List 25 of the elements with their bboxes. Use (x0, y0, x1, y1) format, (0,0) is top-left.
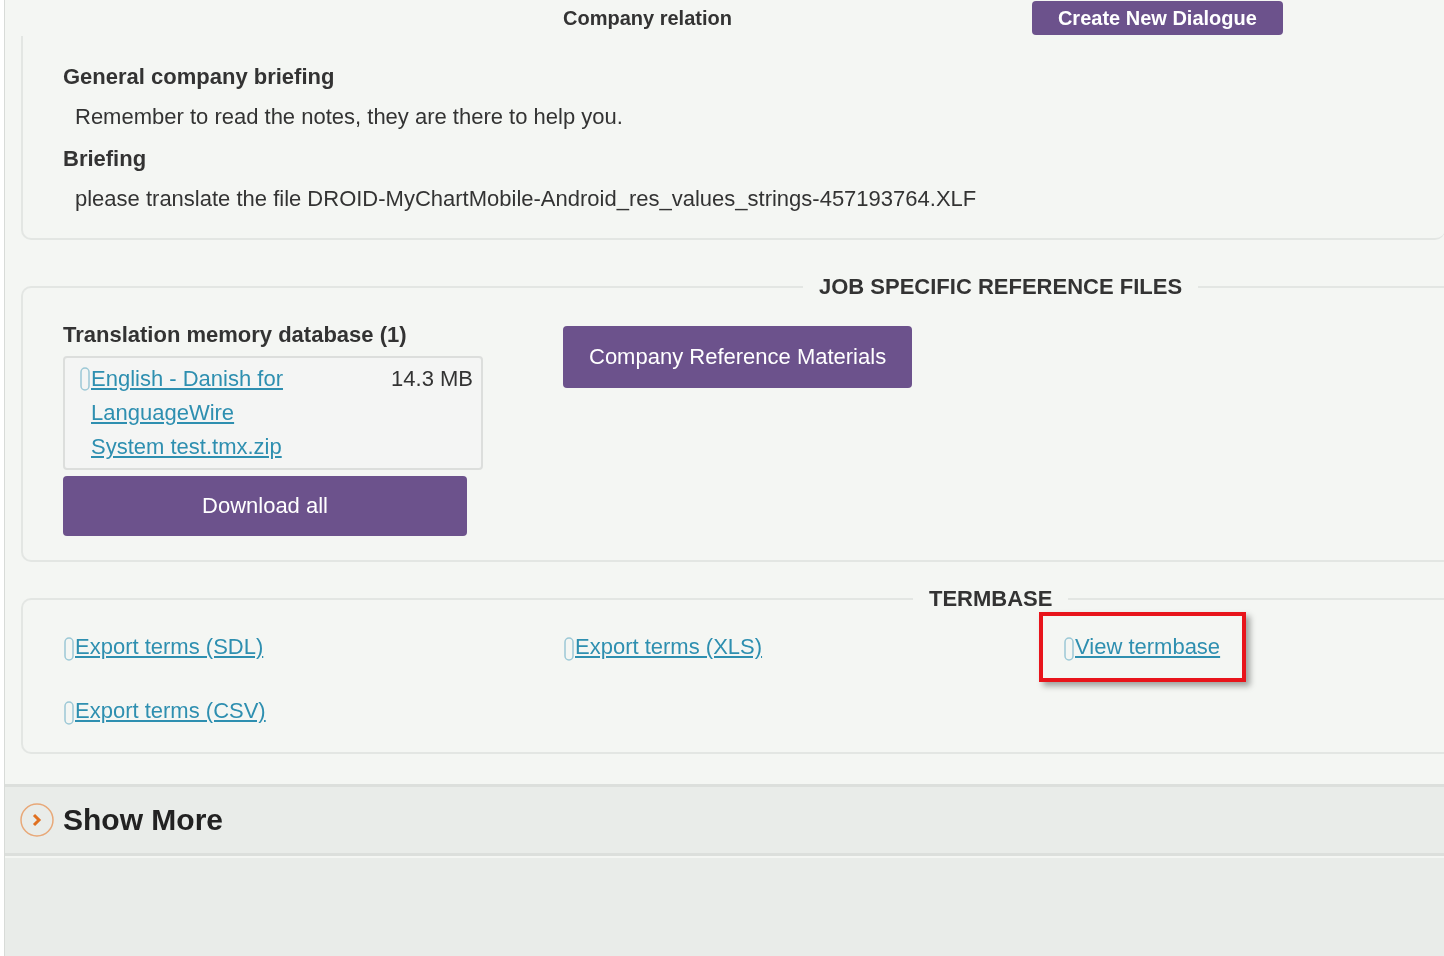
paperclip-icon (1063, 636, 1075, 662)
download-all-button[interactable]: Download all (63, 476, 467, 536)
paperclip-icon (563, 636, 575, 662)
termbase-link[interactable]: Export terms (SDL) (75, 630, 264, 664)
tm-title: Translation memory database (1) (63, 322, 408, 348)
create-dialogue-button[interactable]: Create New Dialogue (1031, 1, 1283, 35)
collapsed-section-bar[interactable] (5, 858, 1444, 956)
section-title: Company relation (563, 6, 732, 30)
paperclip-icon (79, 366, 91, 392)
termbase-link[interactable]: View termbase (1075, 630, 1221, 664)
file-link[interactable]: English - Danish for LanguageWire System test.tmx.zip (91, 362, 311, 464)
paperclip-icon (63, 700, 75, 726)
briefing-title: General company briefing (63, 64, 336, 90)
termbase-link[interactable]: Export terms (CSV) (75, 694, 266, 728)
panel-legend: TERMBASE (913, 586, 1069, 612)
paperclip-icon (63, 636, 75, 662)
reference-materials-button[interactable]: Company Reference Materials (563, 326, 913, 388)
briefing-title: Briefing (63, 146, 148, 172)
file-size: 14.3 MB (391, 365, 473, 393)
panel-legend: JOB SPECIFIC REFERENCE FILES (803, 274, 1199, 300)
show-more-bar[interactable]: Show More (5, 784, 1444, 856)
termbase-link[interactable]: Export terms (XLS) (575, 630, 763, 664)
briefing-text: Remember to read the notes, they are there to help you. (75, 104, 624, 130)
briefing-text: please translate the file DROID-MyChartMobile-Android_res_values_strings-457193764.XLF (75, 186, 978, 212)
show-more-label: Show More (63, 803, 223, 837)
